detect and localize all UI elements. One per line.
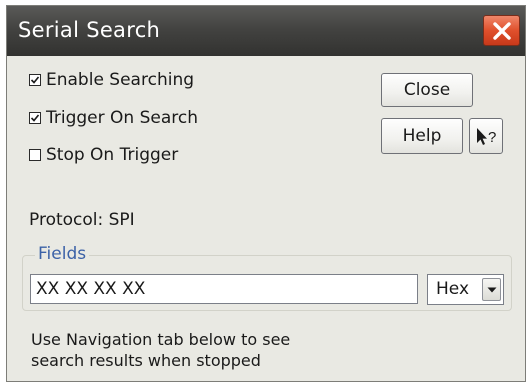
pointer-question-icon: ? <box>477 128 496 146</box>
enable-searching-label: Enable Searching <box>46 70 195 90</box>
check-icon <box>30 76 40 84</box>
trigger-on-search-label: Trigger On Search <box>46 108 198 128</box>
whats-this-button[interactable]: ? <box>469 118 503 154</box>
serial-search-dialog: Serial Search Enable Searching Trigger O… <box>6 5 526 382</box>
checkbox-box[interactable] <box>29 149 41 161</box>
check-icon <box>30 114 40 122</box>
instructions-line-1: Use Navigation tab below to see <box>31 330 291 349</box>
search-pattern-input[interactable]: XX XX XX XX <box>30 274 418 304</box>
help-button[interactable]: Help <box>381 118 463 154</box>
checkbox-box[interactable] <box>29 112 41 124</box>
protocol-label: Protocol: SPI <box>29 210 135 230</box>
svg-text:?: ? <box>488 129 496 146</box>
close-button[interactable]: Close <box>381 73 473 107</box>
trigger-on-search-checkbox[interactable]: Trigger On Search <box>29 107 198 129</box>
instructions-line-2: search results when stopped <box>31 351 261 370</box>
close-x-icon <box>493 22 511 40</box>
format-select[interactable]: Hex <box>427 274 504 305</box>
chevron-down-icon <box>487 287 497 293</box>
title-close-button[interactable] <box>483 15 520 46</box>
window-title: Serial Search <box>18 18 161 42</box>
format-select-value: Hex <box>436 279 470 299</box>
dropdown-button[interactable] <box>482 278 501 301</box>
title-bar: Serial Search <box>7 6 525 56</box>
instructions-text: Use Navigation tab below to see search r… <box>31 329 371 371</box>
fields-legend: Fields <box>35 244 90 264</box>
stop-on-trigger-checkbox[interactable]: Stop On Trigger <box>29 144 178 166</box>
stop-on-trigger-label: Stop On Trigger <box>46 145 179 165</box>
checkbox-box[interactable] <box>29 74 41 86</box>
enable-searching-checkbox[interactable]: Enable Searching <box>29 69 194 91</box>
